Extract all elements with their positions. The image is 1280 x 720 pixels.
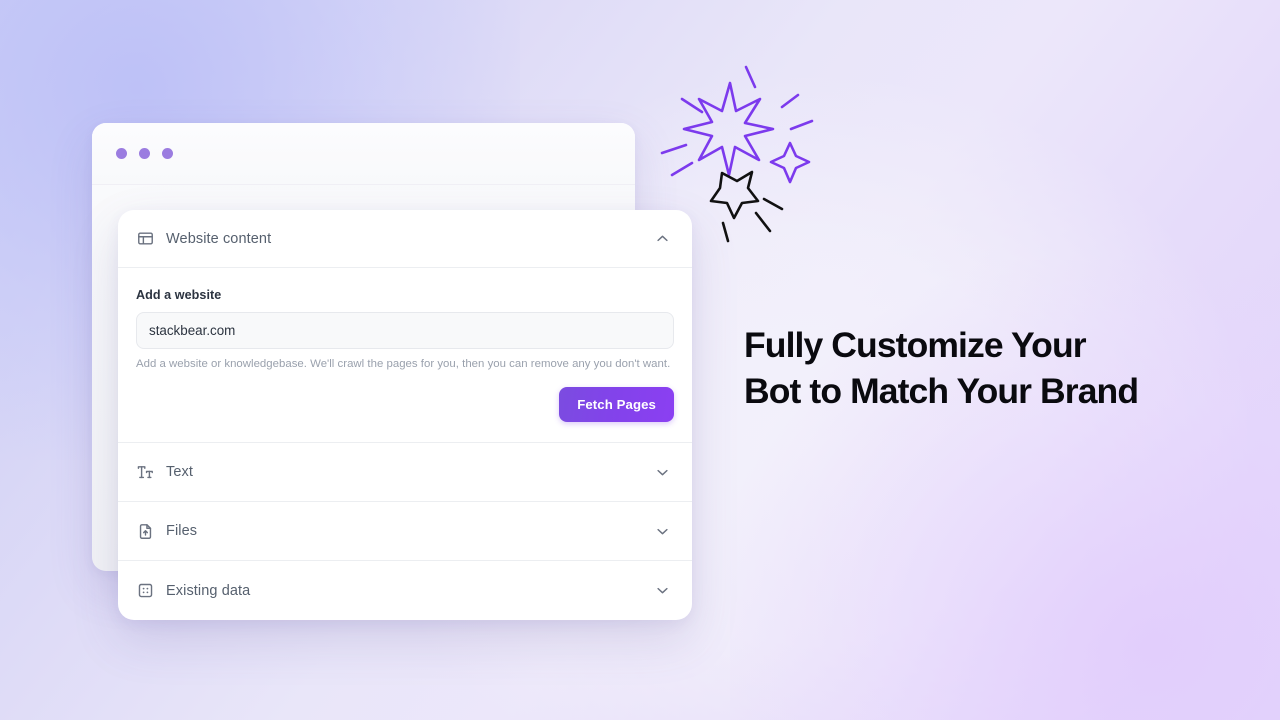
section-header-website-content[interactable]: Website content (118, 210, 692, 268)
traffic-dot-2-icon (139, 148, 150, 159)
grid-data-icon (136, 582, 154, 600)
section-row-files[interactable]: Files (118, 502, 692, 561)
sparkle-decoration (660, 55, 850, 250)
section-title-text: Text (166, 464, 193, 480)
chevron-down-icon[interactable] (654, 464, 670, 480)
fetch-pages-button-row: Fetch Pages (136, 387, 674, 422)
website-helper-text: Add a website or knowledgebase. We'll cr… (136, 358, 671, 370)
traffic-dot-1-icon (116, 148, 127, 159)
browser-titlebar (92, 123, 635, 185)
section-title-files: Files (166, 523, 198, 539)
large-purple-star-icon (682, 81, 775, 177)
page-title: Fully Customize Your Bot to Match Your B… (744, 322, 1244, 414)
website-content-panel: Add a website Add a website or knowledge… (118, 268, 692, 443)
section-title-website-content: Website content (166, 230, 272, 247)
headline-line-2: Bot to Match Your Brand (744, 371, 1139, 411)
chevron-down-icon[interactable] (654, 523, 670, 539)
website-input[interactable] (136, 312, 674, 349)
file-upload-icon (136, 522, 154, 540)
headline-line-1: Fully Customize Your (744, 325, 1087, 365)
knowledge-sources-card: Website content Add a website Add a webs… (118, 210, 692, 620)
section-row-existing-data[interactable]: Existing data (118, 561, 692, 620)
add-website-label: Add a website (136, 288, 222, 302)
traffic-dot-3-icon (162, 148, 173, 159)
section-row-text[interactable]: Text (118, 443, 692, 502)
small-purple-diamond-icon (769, 141, 811, 184)
text-format-icon (136, 463, 154, 481)
black-star-icon (709, 170, 760, 220)
chevron-down-icon[interactable] (654, 583, 670, 599)
section-title-existing-data: Existing data (166, 582, 251, 599)
browser-window-icon (136, 230, 154, 248)
fetch-pages-button[interactable]: Fetch Pages (559, 387, 674, 422)
